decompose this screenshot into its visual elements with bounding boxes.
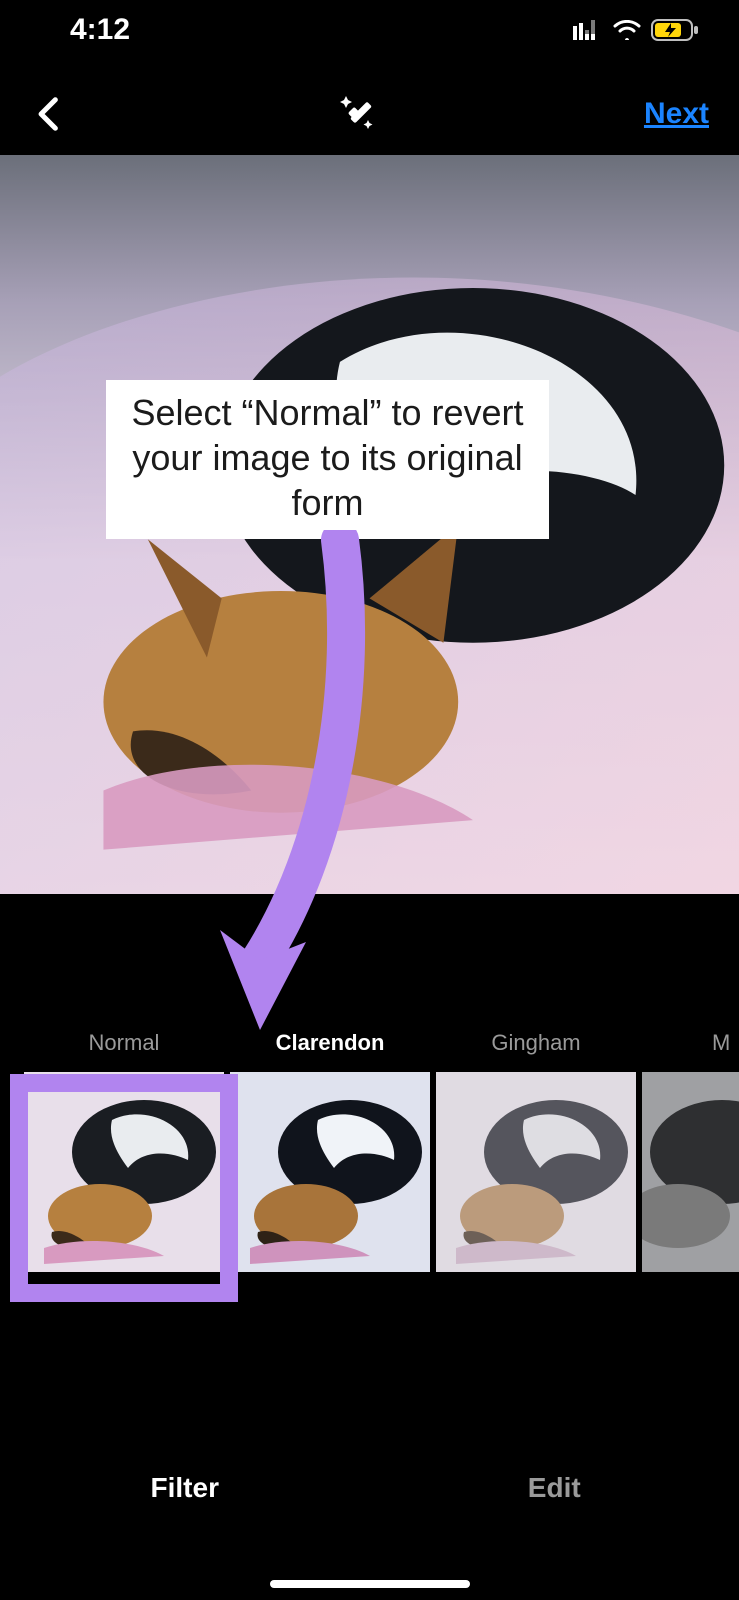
magic-wand-icon bbox=[334, 90, 378, 134]
filter-item-next[interactable]: M bbox=[642, 1030, 739, 1290]
tab-edit[interactable]: Edit bbox=[370, 1472, 739, 1532]
filter-item-clarendon[interactable]: Clarendon bbox=[230, 1030, 430, 1290]
filter-label: Clarendon bbox=[230, 1030, 430, 1056]
chevron-left-icon bbox=[30, 95, 68, 133]
tab-filter[interactable]: Filter bbox=[0, 1472, 370, 1532]
home-indicator[interactable] bbox=[270, 1580, 470, 1588]
battery-icon bbox=[651, 18, 699, 42]
filter-thumb bbox=[436, 1072, 636, 1272]
filter-label: M bbox=[642, 1030, 739, 1056]
next-button[interactable]: Next bbox=[644, 97, 709, 131]
annotation-caption: Select “Normal” to revert your image to … bbox=[106, 380, 549, 539]
filter-thumb bbox=[230, 1072, 430, 1272]
filter-item-normal[interactable]: Normal bbox=[24, 1030, 224, 1290]
bottom-tabs: Filter Edit bbox=[0, 1472, 739, 1532]
filter-thumb bbox=[642, 1072, 739, 1272]
filter-label: Gingham bbox=[436, 1030, 636, 1056]
filter-item-gingham[interactable]: Gingham bbox=[436, 1030, 636, 1290]
back-button[interactable] bbox=[30, 95, 68, 133]
status-bar: 4:12 bbox=[0, 0, 739, 60]
top-nav: Next bbox=[0, 86, 739, 142]
status-time: 4:12 bbox=[70, 13, 130, 47]
filter-strip[interactable]: Normal Clarendon Gingham bbox=[0, 1030, 739, 1290]
wifi-icon bbox=[613, 20, 641, 40]
filter-label: Normal bbox=[24, 1030, 224, 1056]
filter-thumb bbox=[24, 1072, 224, 1272]
auto-enhance-button[interactable] bbox=[334, 90, 378, 139]
status-right bbox=[573, 18, 699, 42]
signal-icon bbox=[573, 20, 603, 40]
